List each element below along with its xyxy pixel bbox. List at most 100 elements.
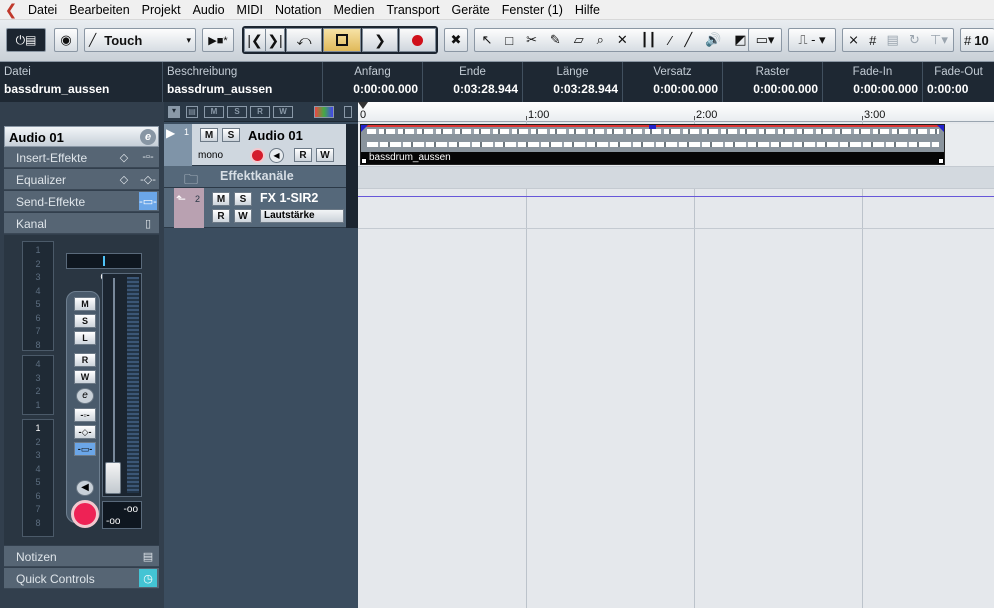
send-icon[interactable]: -▭-: [139, 192, 157, 210]
grid-type-icon[interactable]: ▤: [887, 32, 899, 48]
arrow-tool-icon[interactable]: ↖: [481, 32, 492, 48]
time-ruler[interactable]: 0 1:00 2:00 3:00: [358, 102, 994, 122]
eq-bypass-button[interactable]: -◇-: [74, 425, 96, 439]
quantize-icon[interactable]: ⊤▾: [930, 32, 948, 48]
add-track-icon[interactable]: ▾: [168, 106, 180, 118]
info-fadein[interactable]: Fade-In 0:00:00.000: [822, 62, 922, 102]
menu-transport[interactable]: Transport: [381, 3, 446, 17]
info-anfang[interactable]: Anfang 0:00:00.000: [322, 62, 422, 102]
fx-mute-button[interactable]: M: [212, 192, 230, 206]
line-tool-icon[interactable]: ╱: [684, 32, 692, 48]
inspector-section-notes[interactable]: Notizen ▤: [4, 546, 159, 567]
menu-bearbeiten[interactable]: Bearbeiten: [63, 3, 135, 17]
track-audio-01[interactable]: ▶ 1 M S Audio 01 mono ◀ R W: [164, 124, 358, 166]
quick-controls-icon[interactable]: ◷: [139, 569, 157, 587]
event-end-handle[interactable]: [938, 158, 944, 164]
fx-automation-param[interactable]: Lautstärke: [260, 209, 344, 223]
zoom-tool-icon[interactable]: ⌕: [597, 32, 604, 48]
global-write-icon[interactable]: W: [273, 106, 293, 118]
insert-bypass-button[interactable]: -▫-: [74, 408, 96, 422]
info-beschreibung[interactable]: Beschreibung bassdrum_aussen: [162, 62, 322, 102]
snap-type-select[interactable]: ⎍ - ▾: [788, 28, 836, 52]
inspector-section-channel[interactable]: Kanal ▯: [4, 213, 159, 234]
fx-read-button[interactable]: R: [212, 209, 230, 223]
menu-geraete[interactable]: Geräte: [446, 3, 496, 17]
snap-toggle-icon[interactable]: ⨯: [848, 32, 859, 48]
solo-button[interactable]: S: [74, 314, 96, 328]
pencil-tool-icon[interactable]: ✎: [550, 32, 561, 48]
inspector-section-sends[interactable]: Send-Effekte -▭-: [4, 191, 159, 212]
range-tool-icon[interactable]: □: [505, 33, 513, 48]
inspector-section-equalizer[interactable]: Equalizer ◇ -◇-: [4, 169, 159, 190]
volume-fader-handle[interactable]: [105, 462, 121, 494]
track-folder-effektkanaele[interactable]: 🗀 Effektkanäle: [164, 166, 358, 188]
edit-channel-icon[interactable]: e: [140, 129, 156, 145]
pan-slider[interactable]: [66, 253, 142, 269]
send-bypass-button[interactable]: -▭-: [74, 442, 96, 456]
speaker-tool-icon[interactable]: 🔊: [705, 32, 721, 48]
info-fadeout[interactable]: Fade-Out 0:00:00: [922, 62, 994, 102]
edit-channel-icon[interactable]: e: [76, 388, 94, 404]
autoscroll-button[interactable]: ▶■*: [202, 28, 234, 52]
color-tool-icon[interactable]: ◩: [734, 32, 746, 48]
activate-project-button[interactable]: ⏻▤: [6, 28, 46, 52]
empty-arrange-area[interactable]: [358, 229, 994, 608]
constrain-delay-button[interactable]: ◉: [54, 28, 78, 52]
stop-button[interactable]: [323, 28, 361, 52]
menu-fenster[interactable]: Fenster (1): [496, 3, 569, 17]
menu-hilfe[interactable]: Hilfe: [569, 3, 606, 17]
channel-icon[interactable]: ▯: [139, 214, 157, 232]
info-datei[interactable]: Datei bassdrum_aussen: [0, 62, 162, 102]
automation-mode-select[interactable]: ╱ Touch ▾: [84, 28, 196, 52]
snap-crosshair-button[interactable]: ✖: [444, 28, 468, 52]
write-button[interactable]: W: [74, 370, 96, 384]
info-laenge[interactable]: Länge 0:03:28.944: [522, 62, 622, 102]
info-versatz[interactable]: Versatz 0:00:00.000: [622, 62, 722, 102]
volume-automation-line[interactable]: [358, 196, 994, 197]
track-read-button[interactable]: R: [294, 148, 312, 162]
cubase-logo-icon[interactable]: ❮: [0, 0, 22, 20]
inspector-section-insert[interactable]: Insert-Effekte ◇ -▫-: [4, 147, 159, 168]
fx-track-name[interactable]: FX 1-SIR2: [260, 191, 318, 205]
play-button[interactable]: ❯: [362, 28, 398, 52]
listen-button[interactable]: L: [74, 331, 96, 345]
track-name[interactable]: Audio 01: [248, 128, 303, 143]
timewarp-tool-icon[interactable]: ┃┃: [641, 32, 657, 48]
track-solo-button[interactable]: S: [222, 128, 240, 142]
read-button[interactable]: R: [74, 353, 96, 367]
cycle-button[interactable]: ⤺: [286, 28, 322, 52]
global-mute-icon[interactable]: M: [204, 106, 224, 118]
quantize-select[interactable]: # 10: [960, 28, 994, 52]
audio-event[interactable]: bassdrum_aussen: [360, 124, 945, 165]
info-raster[interactable]: Raster 0:00:00.000: [722, 62, 822, 102]
monitor-button[interactable]: ◀: [76, 480, 94, 496]
eq-icon[interactable]: -◇-: [139, 170, 157, 188]
track-colors-icon[interactable]: [314, 106, 334, 118]
inspector-track-title[interactable]: Audio 01 e: [4, 126, 159, 147]
menu-projekt[interactable]: Projekt: [136, 3, 187, 17]
draw-tool-icon[interactable]: ∕: [669, 33, 671, 48]
record-button[interactable]: [399, 28, 436, 52]
global-solo-icon[interactable]: S: [227, 106, 247, 118]
event-start-handle[interactable]: [361, 158, 367, 164]
track-record-button[interactable]: [250, 148, 265, 163]
track-fx-1-sir2[interactable]: ⬑ 2 M S FX 1-SIR2 R W Lautstärke: [164, 188, 358, 228]
menu-audio[interactable]: Audio: [187, 3, 231, 17]
menu-notation[interactable]: Notation: [269, 3, 328, 17]
global-read-icon[interactable]: R: [250, 106, 270, 118]
grid-icon[interactable]: #: [869, 33, 876, 48]
notes-icon[interactable]: ▤: [139, 547, 157, 565]
folder-toggle-icon[interactable]: ▤: [186, 106, 198, 118]
eq-bypass-icon[interactable]: ◇: [115, 170, 133, 188]
goto-start-button[interactable]: |❮: [244, 28, 266, 52]
fx-solo-button[interactable]: S: [234, 192, 252, 206]
goto-end-button[interactable]: ❯|: [265, 28, 285, 52]
track-monitor-button[interactable]: ◀: [269, 148, 284, 163]
fx-write-button[interactable]: W: [234, 209, 252, 223]
inspector-section-quick-controls[interactable]: Quick Controls ◷: [4, 568, 159, 589]
menu-midi[interactable]: MIDI: [231, 3, 269, 17]
menu-datei[interactable]: Datei: [22, 3, 63, 17]
scissors-tool-icon[interactable]: ✂: [526, 32, 537, 48]
track-mute-button[interactable]: M: [200, 128, 218, 142]
mute-tool-icon[interactable]: ✕: [617, 32, 628, 48]
